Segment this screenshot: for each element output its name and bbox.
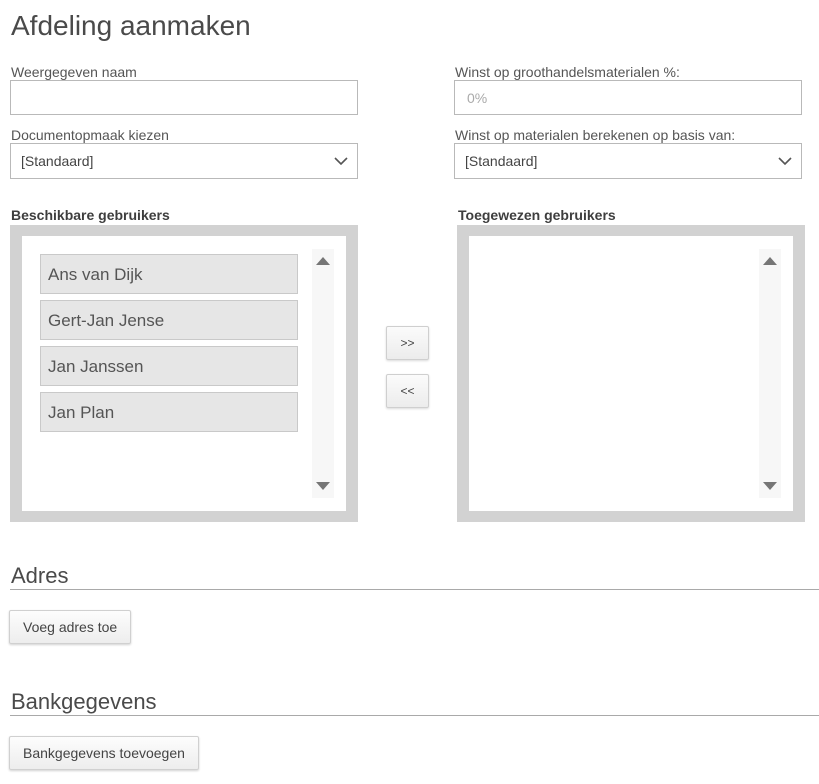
bank-details-heading: Bankgegevens bbox=[11, 689, 157, 714]
address-heading: Adres bbox=[11, 563, 69, 588]
available-users-items: Ans van Dijk Gert-Jan Jense Jan Janssen Jan… bbox=[40, 254, 298, 438]
wholesale-profit-input[interactable] bbox=[454, 80, 802, 115]
scroll-down-icon[interactable] bbox=[763, 482, 777, 490]
document-layout-value: [Standaard] bbox=[21, 153, 94, 169]
scroll-down-icon[interactable] bbox=[316, 482, 330, 490]
list-item[interactable]: Gert-Jan Jense bbox=[40, 300, 298, 340]
remove-user-button[interactable]: << bbox=[386, 374, 429, 408]
list-item[interactable]: Jan Plan bbox=[40, 392, 298, 432]
assigned-users-scrollbar[interactable] bbox=[759, 249, 781, 498]
add-address-button[interactable]: Voeg adres toe bbox=[9, 610, 132, 644]
bank-details-divider bbox=[10, 715, 819, 716]
assigned-users-list-body bbox=[469, 236, 793, 511]
available-users-list: Ans van Dijk Gert-Jan Jense Jan Janssen Jan… bbox=[10, 225, 358, 522]
add-bank-details-button[interactable]: Bankgegevens toevoegen bbox=[9, 736, 199, 770]
chevron-down-icon bbox=[778, 157, 792, 166]
document-layout-label: Documentopmaak kiezen bbox=[11, 127, 169, 143]
display-name-input[interactable] bbox=[10, 80, 358, 115]
page-title: Afdeling aanmaken bbox=[11, 10, 251, 41]
wholesale-profit-label: Winst op groothandelsmaterialen %: bbox=[455, 64, 680, 80]
address-divider bbox=[10, 589, 819, 590]
profit-basis-label: Winst op materialen berekenen op basis v… bbox=[455, 127, 736, 143]
scroll-up-icon[interactable] bbox=[316, 257, 330, 265]
chevron-down-icon bbox=[334, 157, 348, 166]
scroll-up-icon[interactable] bbox=[763, 257, 777, 265]
profit-basis-select[interactable]: [Standaard] bbox=[454, 143, 802, 179]
profit-basis-value: [Standaard] bbox=[465, 153, 538, 169]
assigned-users-list bbox=[457, 225, 805, 522]
available-users-scrollbar[interactable] bbox=[312, 249, 334, 498]
display-name-label: Weergegeven naam bbox=[11, 64, 137, 80]
add-user-button[interactable]: >> bbox=[386, 326, 429, 360]
create-department-page: Afdeling aanmaken Weergegeven naam Winst… bbox=[0, 0, 819, 784]
available-users-list-body: Ans van Dijk Gert-Jan Jense Jan Janssen Jan… bbox=[22, 236, 346, 511]
document-layout-select[interactable]: [Standaard] bbox=[10, 143, 358, 179]
available-users-label: Beschikbare gebruikers bbox=[11, 207, 170, 223]
list-item[interactable]: Ans van Dijk bbox=[40, 254, 298, 294]
assigned-users-label: Toegewezen gebruikers bbox=[458, 207, 616, 223]
list-item[interactable]: Jan Janssen bbox=[40, 346, 298, 386]
